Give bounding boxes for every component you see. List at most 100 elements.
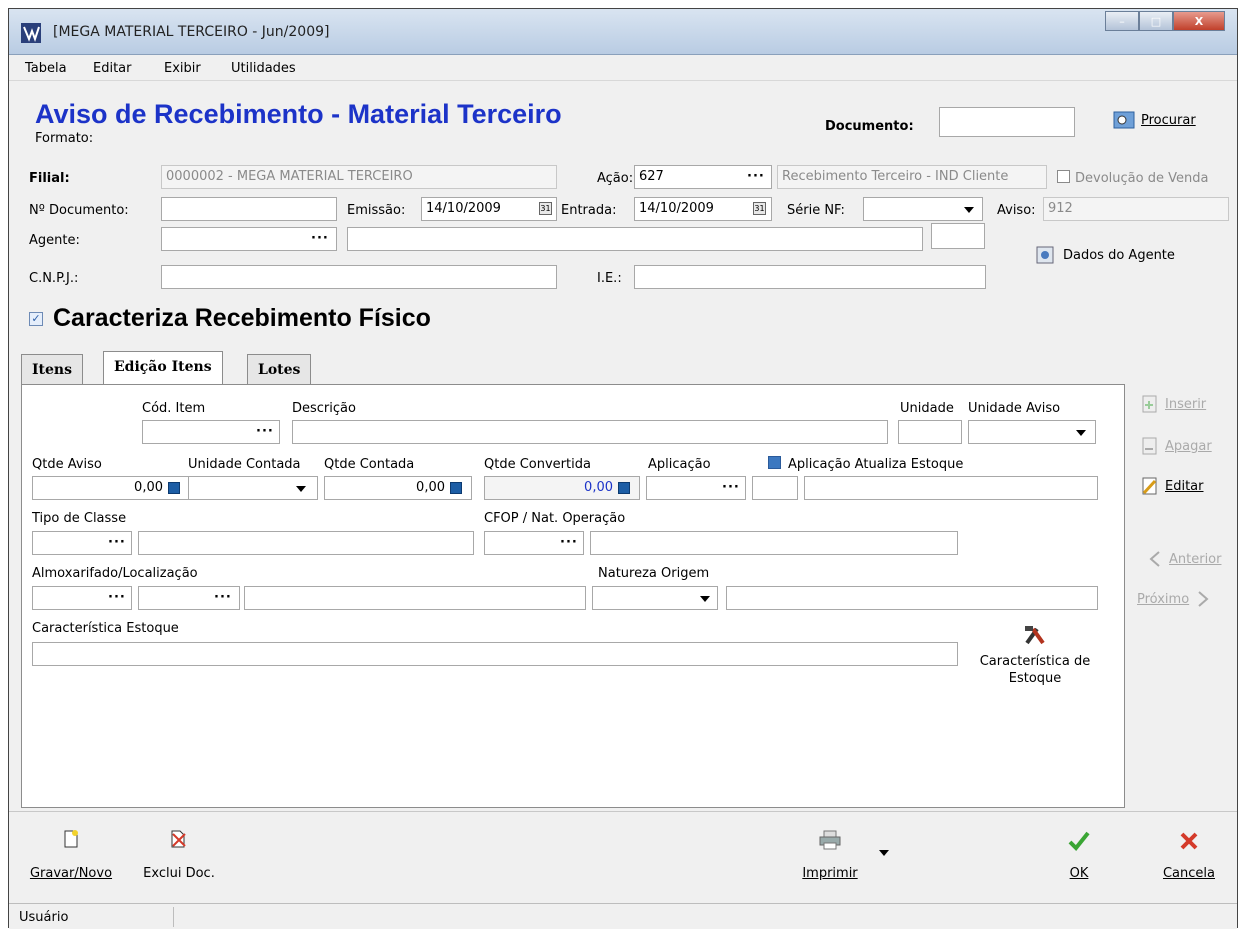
almox-lookup-button[interactable]: ··· — [108, 590, 126, 605]
cancela-button[interactable]: Cancela — [1149, 830, 1229, 881]
caracteristica-estoque-button[interactable]: Característica de Estoque — [964, 623, 1106, 687]
aplicacao-desc-input[interactable] — [804, 476, 1098, 500]
natureza-origem-desc-input[interactable] — [726, 586, 1098, 610]
app-window: [MEGA MATERIAL TERCEIRO - Jun/2009] – □ … — [8, 8, 1238, 929]
title-bar: [MEGA MATERIAL TERCEIRO - Jun/2009] – □ … — [9, 9, 1237, 55]
menu-exibir[interactable]: Exibir — [164, 61, 201, 76]
delete-doc-icon — [171, 830, 186, 848]
qtde-aviso-input[interactable]: 0,00 — [32, 476, 190, 500]
menu-editar[interactable]: Editar — [93, 61, 132, 76]
entrada-input[interactable]: 14/10/2009 — [634, 197, 772, 221]
imprimir-dropdown-icon[interactable] — [879, 850, 889, 856]
caracteriza-checkbox[interactable]: ✓ — [29, 311, 43, 326]
ok-button[interactable]: OK — [1049, 830, 1109, 881]
anterior-button[interactable]: Anterior — [1149, 551, 1221, 567]
cnpj-input[interactable] — [161, 265, 557, 289]
maximize-icon: □ — [1150, 14, 1162, 28]
editar-label: Editar — [1165, 478, 1204, 494]
ie-input[interactable] — [634, 265, 986, 289]
tipo-classe-desc-input[interactable] — [138, 531, 474, 555]
filial-select[interactable]: 0000002 - MEGA MATERIAL TERCEIRO — [161, 165, 557, 189]
devolucao-checkbox[interactable] — [1057, 170, 1070, 183]
documento-input[interactable] — [939, 107, 1075, 137]
tab-lotes[interactable]: Lotes — [247, 354, 312, 384]
caracteriza-label: Caracteriza Recebimento Físico — [53, 304, 431, 332]
filial-label: Filial: — [29, 171, 70, 186]
unidade-contada-label: Unidade Contada — [188, 457, 301, 472]
chevron-left-icon — [1149, 551, 1160, 567]
proximo-button[interactable]: Próximo — [1137, 591, 1209, 607]
descricao-input[interactable] — [292, 420, 888, 444]
agente-uf-input[interactable] — [931, 223, 985, 249]
exclui-doc-button[interactable]: Exclui Doc. — [139, 830, 219, 881]
exclui-doc-label: Exclui Doc. — [143, 866, 215, 881]
tab-itens[interactable]: Itens — [21, 354, 83, 384]
caracteristica-estoque-input[interactable] — [32, 642, 958, 666]
emissao-input[interactable]: 14/10/2009 — [421, 197, 557, 221]
edit-icon — [1142, 477, 1157, 495]
gravar-novo-label: Gravar/Novo — [29, 866, 113, 881]
cod-item-lookup-button[interactable]: ··· — [256, 424, 274, 439]
qtde-aviso-label: Qtde Aviso — [32, 457, 102, 472]
gravar-novo-button[interactable]: Gravar/Novo — [21, 830, 121, 881]
imprimir-button[interactable]: Imprimir — [795, 830, 865, 881]
cfop-lookup-button[interactable]: ··· — [560, 535, 578, 550]
unidade-input[interactable] — [898, 420, 962, 444]
bottom-toolbar: Gravar/Novo Exclui Doc. Imprimir OK Canc… — [9, 811, 1237, 903]
acao-lookup-button[interactable]: ··· — [747, 169, 765, 184]
formato-label: Formato: — [35, 131, 94, 146]
menu-bar: Tabela Editar Exibir Utilidades — [9, 57, 1237, 81]
emissao-label: Emissão: — [347, 203, 406, 218]
checkmark-icon — [1068, 831, 1090, 851]
cod-item-label: Cód. Item — [142, 401, 206, 416]
calendar-icon[interactable]: 31 — [753, 202, 766, 215]
unidade-aviso-label: Unidade Aviso — [968, 401, 1061, 416]
agente-lookup-button[interactable]: ··· — [311, 231, 329, 246]
aviso-input: 912 — [1043, 197, 1229, 221]
caracteriza-row: ✓ Caracteriza Recebimento Físico — [29, 304, 431, 333]
tipo-classe-label: Tipo de Classe — [32, 511, 127, 526]
localizacao-lookup-button[interactable]: ··· — [214, 590, 232, 605]
qtde-convertida-label: Qtde Convertida — [484, 457, 591, 472]
apagar-label: Apagar — [1165, 438, 1212, 454]
agente-name-input[interactable] — [347, 227, 923, 251]
calculator-icon[interactable] — [450, 482, 462, 494]
dados-agente-label: Dados do Agente — [1063, 247, 1175, 263]
ok-label: OK — [1069, 866, 1089, 881]
chevron-down-icon — [296, 486, 306, 492]
procurar-button[interactable]: Procurar — [1113, 110, 1196, 130]
devolucao-label: Devolução de Venda — [1075, 171, 1209, 186]
caracteristica-estoque-label: Característica Estoque — [32, 621, 179, 636]
minimize-button[interactable]: – — [1105, 11, 1139, 31]
cancela-label: Cancela — [1162, 866, 1215, 881]
almox-desc-input[interactable] — [244, 586, 586, 610]
documento-label: Documento: — [825, 119, 914, 134]
close-button[interactable]: X — [1173, 11, 1225, 31]
cnpj-label: C.N.P.J.: — [29, 271, 79, 286]
tab-edicao-itens[interactable]: Edição Itens — [103, 351, 223, 384]
apagar-button[interactable]: Apagar — [1141, 437, 1212, 455]
calculator-icon[interactable] — [168, 482, 180, 494]
tipo-classe-lookup-button[interactable]: ··· — [108, 535, 126, 550]
ndoc-input[interactable] — [161, 197, 337, 221]
menu-utilidades[interactable]: Utilidades — [231, 61, 296, 76]
caracteristica-btn-line1: Característica de — [979, 654, 1091, 669]
inserir-button[interactable]: Inserir — [1141, 395, 1206, 413]
aplicacao-atualiza-checkbox[interactable] — [768, 456, 781, 469]
caracteristica-btn-line2: Estoque — [1008, 671, 1062, 686]
anterior-label: Anterior — [1169, 551, 1222, 567]
delete-doc-icon — [1142, 437, 1157, 455]
aplicacao-code-input[interactable] — [752, 476, 798, 500]
cfop-desc-input[interactable] — [590, 531, 958, 555]
calculator-icon — [618, 482, 630, 494]
calendar-icon[interactable]: 31 — [539, 202, 552, 215]
maximize-button[interactable]: □ — [1139, 11, 1173, 31]
aplicacao-lookup-button[interactable]: ··· — [722, 480, 740, 495]
agent-data-icon — [1036, 246, 1054, 264]
menu-tabela[interactable]: Tabela — [25, 61, 67, 76]
editar-button[interactable]: Editar — [1141, 477, 1204, 495]
dados-agente-button[interactable]: Dados do Agente — [1035, 245, 1175, 265]
qtde-convertida-output: 0,00 — [484, 476, 640, 500]
ndoc-label: Nº Documento: — [29, 203, 129, 218]
entrada-label: Entrada: — [561, 203, 617, 218]
